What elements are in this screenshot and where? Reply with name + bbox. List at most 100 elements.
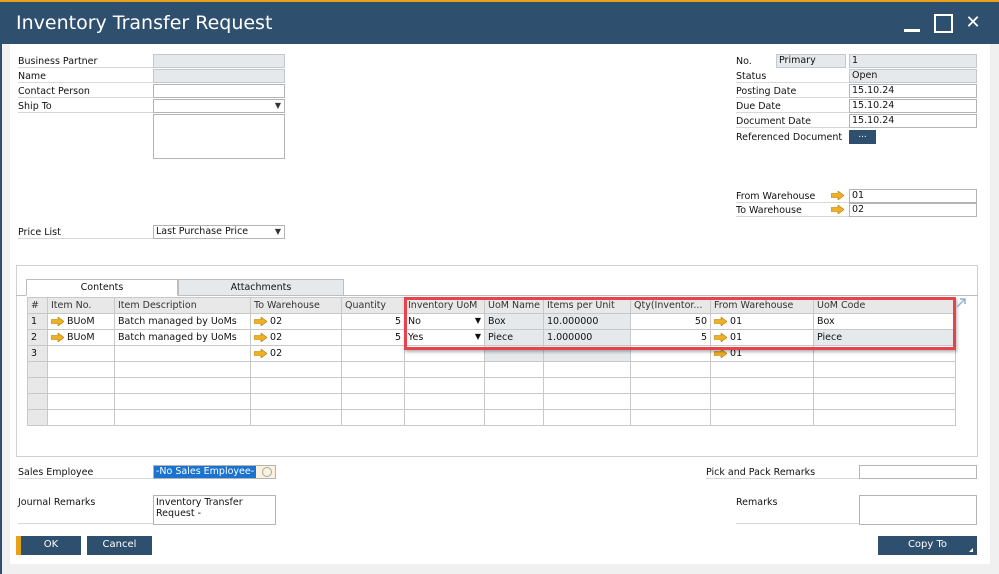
empty-cell[interactable] [543, 409, 631, 426]
empty-cell[interactable] [47, 361, 115, 378]
uom-code-cell[interactable] [813, 345, 956, 362]
inventory-uom-dropdown[interactable]: Yes [404, 329, 485, 346]
empty-cell[interactable] [341, 377, 405, 394]
to-warehouse-cell[interactable]: 02 [250, 345, 342, 362]
empty-cell[interactable] [630, 361, 711, 378]
empty-cell[interactable] [47, 377, 115, 394]
referenced-document-button[interactable]: ... [849, 130, 876, 144]
link-arrow-icon[interactable] [714, 333, 727, 342]
empty-cell[interactable] [813, 377, 956, 394]
col-header-num[interactable]: # [27, 297, 48, 314]
link-arrow-icon[interactable] [254, 317, 267, 326]
series-field[interactable]: Primary [776, 54, 846, 68]
col-header-uom-name[interactable]: UoM Name [484, 297, 544, 314]
table-row-empty[interactable] [27, 409, 956, 426]
link-arrow-icon[interactable] [51, 333, 64, 342]
item-no-cell[interactable]: BUoM [47, 329, 115, 346]
item-no-cell[interactable] [47, 345, 115, 362]
doc-number-field[interactable]: 1 [849, 54, 977, 68]
col-header-uom-code[interactable]: UoM Code [813, 297, 956, 314]
qty-inventory-cell[interactable]: 50 [630, 313, 711, 330]
table-row[interactable]: 3 02 01 [27, 345, 956, 362]
empty-cell[interactable] [114, 361, 251, 378]
row-number[interactable]: 1 [27, 313, 48, 330]
link-arrow-icon[interactable] [831, 205, 844, 214]
col-header-from-warehouse[interactable]: From Warehouse [710, 297, 814, 314]
copy-to-button[interactable]: Copy To [878, 536, 977, 555]
to-warehouse-cell[interactable]: 02 [250, 329, 342, 346]
inventory-uom-cell[interactable] [404, 345, 485, 362]
empty-cell[interactable] [630, 409, 711, 426]
remarks-field[interactable] [859, 495, 977, 525]
col-header-item-description[interactable]: Item Description [114, 297, 251, 314]
from-warehouse-cell[interactable]: 01 [710, 329, 814, 346]
empty-cell[interactable] [250, 377, 342, 394]
link-arrow-icon[interactable] [831, 191, 844, 200]
col-header-inventory-uom[interactable]: Inventory UoM [404, 297, 485, 314]
pick-pack-remarks-field[interactable] [859, 465, 977, 479]
journal-remarks-field[interactable]: Inventory Transfer Request - [153, 495, 276, 525]
from-warehouse-cell[interactable]: 01 [710, 345, 814, 362]
cancel-button[interactable]: Cancel [87, 536, 152, 555]
empty-cell[interactable] [710, 409, 814, 426]
empty-cell[interactable] [484, 393, 544, 410]
to-warehouse-field[interactable]: 02 [849, 203, 977, 217]
minimize-icon[interactable] [902, 12, 924, 34]
empty-cell[interactable] [484, 361, 544, 378]
col-header-item-no[interactable]: Item No. [47, 297, 115, 314]
uom-code-cell[interactable]: Piece [813, 329, 956, 346]
maximize-icon[interactable] [933, 12, 955, 34]
link-arrow-icon[interactable] [254, 333, 267, 342]
empty-cell[interactable] [404, 393, 485, 410]
row-number[interactable] [27, 377, 48, 394]
empty-cell[interactable] [250, 361, 342, 378]
table-row-empty[interactable] [27, 361, 956, 378]
col-header-qty-inventory[interactable]: Qty(Inventor... [630, 297, 711, 314]
quantity-cell[interactable]: 5 [341, 313, 405, 330]
empty-cell[interactable] [250, 393, 342, 410]
link-arrow-icon[interactable] [51, 317, 64, 326]
empty-cell[interactable] [710, 361, 814, 378]
expand-grid-icon[interactable] [956, 298, 966, 308]
row-number[interactable] [27, 409, 48, 426]
empty-cell[interactable] [114, 377, 251, 394]
quantity-cell[interactable] [341, 345, 405, 362]
row-number[interactable]: 2 [27, 329, 48, 346]
uom-code-cell[interactable]: Box [813, 313, 956, 330]
document-date-field[interactable]: 15.10.24 [849, 114, 977, 128]
business-partner-field[interactable] [153, 54, 285, 68]
empty-cell[interactable] [543, 361, 631, 378]
description-cell[interactable] [114, 345, 251, 362]
from-warehouse-field[interactable]: 01 [849, 189, 977, 203]
col-header-quantity[interactable]: Quantity [341, 297, 405, 314]
row-number[interactable]: 3 [27, 345, 48, 362]
quantity-cell[interactable]: 5 [341, 329, 405, 346]
ok-button[interactable]: OK [16, 536, 81, 555]
list-icon[interactable] [262, 467, 272, 477]
from-warehouse-cell[interactable]: 01 [710, 313, 814, 330]
table-row-empty[interactable] [27, 377, 956, 394]
empty-cell[interactable] [543, 393, 631, 410]
price-list-dropdown[interactable]: Last Purchase Price [153, 225, 285, 239]
link-arrow-icon[interactable] [254, 349, 267, 358]
contact-person-field[interactable] [153, 84, 285, 98]
table-row[interactable]: 1 BUoM Batch managed by UoMs 02 5 No Box… [27, 313, 956, 330]
empty-cell[interactable] [341, 409, 405, 426]
ship-to-dropdown[interactable] [153, 99, 285, 113]
inventory-uom-dropdown[interactable]: No [404, 313, 485, 330]
empty-cell[interactable] [114, 393, 251, 410]
name-field[interactable] [153, 69, 285, 83]
empty-cell[interactable] [630, 377, 711, 394]
table-row[interactable]: 2 BUoM Batch managed by UoMs 02 5 Yes Pi… [27, 329, 956, 346]
empty-cell[interactable] [710, 393, 814, 410]
col-header-to-warehouse[interactable]: To Warehouse [250, 297, 342, 314]
close-icon[interactable]: ✕ [962, 12, 984, 34]
posting-date-field[interactable]: 15.10.24 [849, 84, 977, 98]
empty-cell[interactable] [250, 409, 342, 426]
description-cell[interactable]: Batch managed by UoMs [114, 329, 251, 346]
sales-employee-field[interactable]: -No Sales Employee- [153, 465, 276, 479]
col-header-items-per-unit[interactable]: Items per Unit [543, 297, 631, 314]
qty-inventory-cell[interactable] [630, 345, 711, 362]
item-no-cell[interactable]: BUoM [47, 313, 115, 330]
empty-cell[interactable] [813, 409, 956, 426]
